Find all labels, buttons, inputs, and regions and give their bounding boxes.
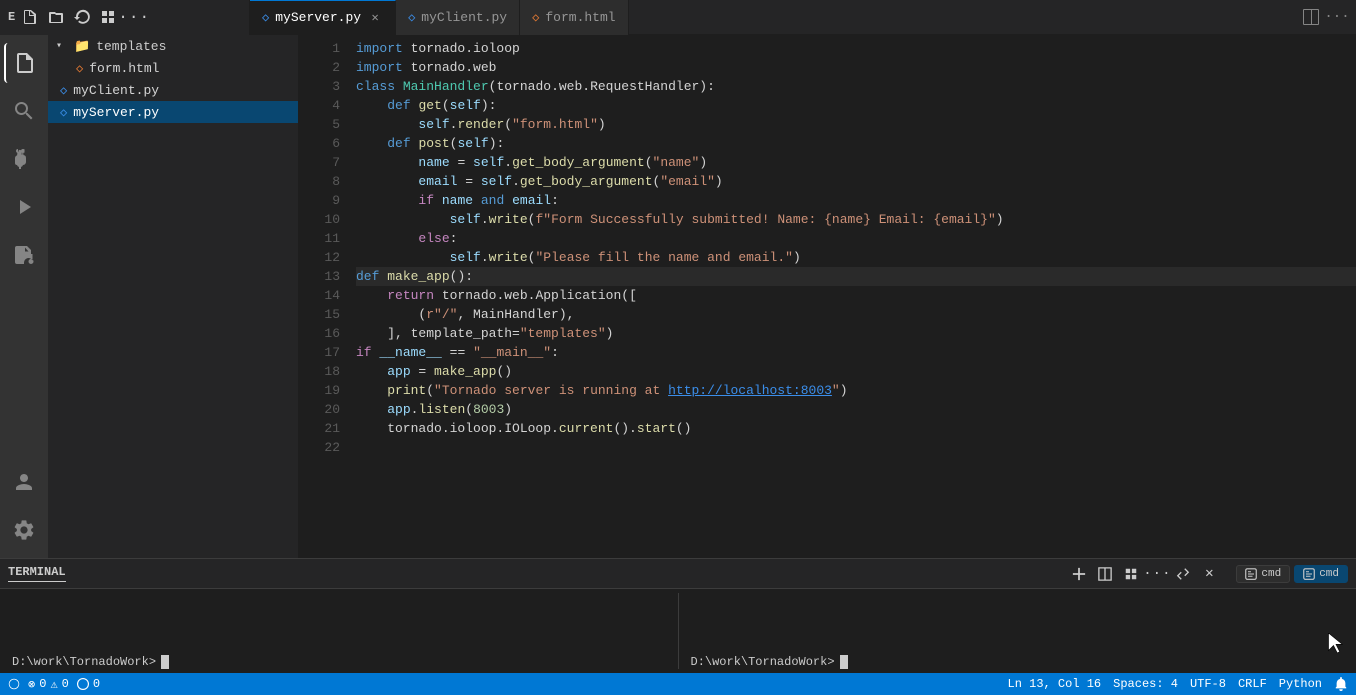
line-numbers: 12345678910111213141516171819202122 (298, 39, 348, 558)
port-count: 0 (93, 677, 100, 691)
close-icon[interactable]: ✕ (367, 10, 383, 26)
mouse-cursor-indicator (1328, 633, 1344, 649)
line-ending-text: CRLF (1238, 677, 1267, 691)
new-file-icon[interactable] (19, 6, 41, 28)
tab-label: form.html (545, 10, 615, 25)
status-bar: ⊗ 0 ⚠ 0 0 Ln 13, Col 16 Spaces: 4 UTF-8 … (0, 673, 1356, 695)
position-text: Ln 13, Col 16 (1008, 677, 1102, 691)
chevron-down-icon: ▾ (56, 40, 68, 52)
terminal-content: D:\work\TornadoWork> D:\work\TornadoWork… (0, 589, 1356, 673)
activity-search[interactable] (4, 91, 44, 131)
terminal-maximize-icon[interactable] (1172, 563, 1194, 585)
notifications-bell[interactable] (1334, 677, 1348, 691)
tree-item-form-html[interactable]: ◇ form.html (48, 57, 298, 79)
terminal-split-icon[interactable] (1094, 563, 1116, 585)
language-text: Python (1279, 677, 1322, 691)
py-file-icon: ◇ (60, 105, 67, 120)
terminal-cursor-2 (840, 655, 848, 669)
folder-icon: 📁 (74, 39, 90, 54)
terminal-more-icon[interactable]: ··· (1146, 563, 1168, 585)
terminal-new-icon[interactable] (1068, 563, 1090, 585)
encoding-text: UTF-8 (1190, 677, 1226, 691)
tree-item-templates[interactable]: ▾ 📁 templates (48, 35, 298, 57)
more-tabs-icon[interactable]: ··· (1326, 6, 1348, 28)
line-ending[interactable]: CRLF (1238, 677, 1267, 691)
terminal-cursor-1 (161, 655, 169, 669)
language-mode[interactable]: Python (1279, 677, 1322, 691)
tab-py-icon: ◇ (262, 10, 269, 25)
activity-bar (0, 35, 48, 558)
tree-item-myserver[interactable]: ◇ myServer.py (48, 101, 298, 123)
terminal-panel-2[interactable]: D:\work\TornadoWork> (679, 593, 1356, 669)
terminal-panel-1[interactable]: D:\work\TornadoWork> (0, 593, 679, 669)
activity-account[interactable] (4, 462, 44, 502)
activity-settings[interactable] (4, 510, 44, 550)
activity-source-control[interactable] (4, 139, 44, 179)
terminal-close-icon[interactable]: ✕ (1198, 563, 1220, 585)
collapse-icon[interactable] (97, 6, 119, 28)
tree-item-label: form.html (89, 61, 159, 76)
tree-item-label: templates (96, 39, 166, 54)
py-file-icon: ◇ (60, 83, 67, 98)
sidebar: ▾ 📁 templates ◇ form.html ◇ myClient.py … (48, 35, 298, 558)
tabs-bar: E ··· ◇ myServer.py ✕ ◇ myClie (0, 0, 1356, 35)
tab-label: myClient.py (421, 10, 507, 25)
tab-myserver[interactable]: ◇ myServer.py ✕ (250, 0, 396, 35)
port-indicator[interactable]: 0 (77, 677, 100, 691)
encoding[interactable]: UTF-8 (1190, 677, 1226, 691)
warnings-count: 0 (62, 677, 69, 691)
cmd-pill-2-label: cmd (1319, 568, 1339, 580)
more-actions-icon[interactable]: ··· (123, 6, 145, 28)
cmd-pill-1-label: cmd (1261, 568, 1281, 580)
tab-py-icon: ◇ (408, 10, 415, 25)
cmd-pill-1[interactable]: cmd (1236, 565, 1290, 583)
code-content[interactable]: import tornado.ioloopimport tornado.webc… (348, 39, 1356, 558)
explorer-label: E (8, 10, 15, 24)
activity-explorer[interactable] (4, 43, 44, 83)
remote-indicator[interactable] (8, 678, 20, 690)
activity-run[interactable] (4, 187, 44, 227)
split-editor-icon[interactable] (1300, 6, 1322, 28)
activity-extensions[interactable] (4, 235, 44, 275)
errors-indicator[interactable]: ⊗ 0 ⚠ 0 (28, 677, 69, 692)
terminal-area: TERMINAL ··· ✕ (0, 558, 1356, 673)
file-tree: ▾ 📁 templates ◇ form.html ◇ myClient.py … (48, 35, 298, 558)
tree-item-label: myClient.py (73, 83, 159, 98)
terminal-tabs: TERMINAL ··· ✕ (0, 559, 1356, 589)
code-container[interactable]: 12345678910111213141516171819202122 impo… (298, 35, 1356, 558)
terminal-kill-icon[interactable] (1120, 563, 1142, 585)
terminal-prompt-1: D:\work\TornadoWork> (12, 655, 156, 669)
terminal-prompt-2: D:\work\TornadoWork> (691, 655, 835, 669)
terminal-label: TERMINAL (8, 565, 66, 582)
tree-item-label: myServer.py (73, 105, 159, 120)
html-file-icon: ◇ (76, 61, 83, 76)
editor-area: 12345678910111213141516171819202122 impo… (298, 35, 1356, 558)
indentation[interactable]: Spaces: 4 (1113, 677, 1178, 691)
tab-myclient[interactable]: ◇ myClient.py (396, 0, 520, 35)
tab-label: myServer.py (275, 10, 361, 25)
tree-item-myclient[interactable]: ◇ myClient.py (48, 79, 298, 101)
tab-html-icon: ◇ (532, 10, 539, 25)
tab-form[interactable]: ◇ form.html (520, 0, 628, 35)
cursor-position[interactable]: Ln 13, Col 16 (1008, 677, 1102, 691)
errors-count: 0 (39, 677, 46, 691)
new-folder-icon[interactable] (45, 6, 67, 28)
spaces-text: Spaces: 4 (1113, 677, 1178, 691)
cmd-pill-2[interactable]: cmd (1294, 565, 1348, 583)
refresh-icon[interactable] (71, 6, 93, 28)
